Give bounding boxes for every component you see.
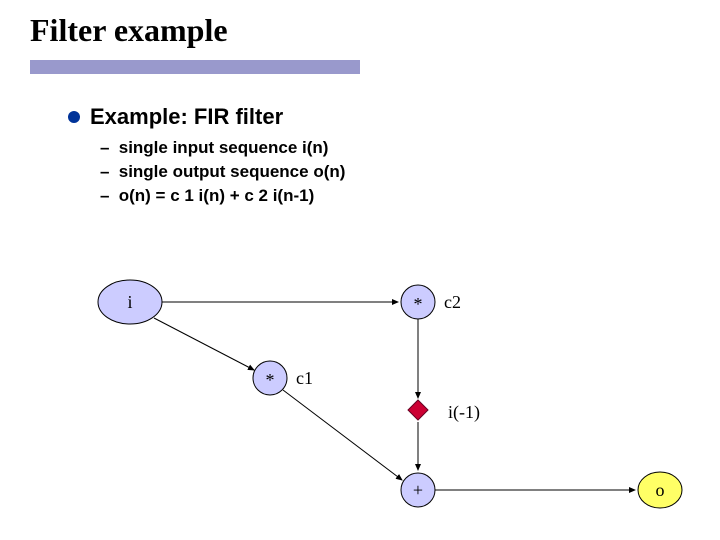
bullet-text: single input sequence i(n) — [119, 138, 329, 157]
heading-line: Example: FIR filter — [68, 104, 668, 130]
bullet-item: – single input sequence i(n) — [100, 138, 668, 158]
heading-text: Example: FIR filter — [90, 104, 283, 129]
label-delay: i(-1) — [448, 402, 480, 423]
delay-diamond-icon — [408, 400, 428, 420]
edge-mulc1-to-plus — [283, 390, 402, 480]
bullet-text: single output sequence o(n) — [119, 162, 346, 181]
node-plus — [401, 473, 435, 507]
content-body: Example: FIR filter – single input seque… — [68, 100, 668, 210]
node-i — [98, 280, 162, 324]
node-mul-c1 — [253, 361, 287, 395]
edge-i-to-mulc1 — [154, 318, 254, 370]
slide: Filter example Example: FIR filter – sin… — [0, 0, 720, 540]
node-i-label: i — [127, 292, 132, 312]
node-mul-c1-symbol: * — [266, 370, 275, 390]
node-o — [638, 472, 682, 508]
dash-icon: – — [100, 162, 114, 182]
label-c1: c1 — [296, 368, 313, 388]
title-underline — [30, 60, 360, 74]
bullet-item: – single output sequence o(n) — [100, 162, 668, 182]
bullet-text: o(n) = c 1 i(n) + c 2 i(n-1) — [119, 186, 315, 205]
node-o-label: o — [656, 480, 665, 500]
dash-icon: – — [100, 138, 114, 158]
bullet-item: – o(n) = c 1 i(n) + c 2 i(n-1) — [100, 186, 668, 206]
dash-icon: – — [100, 186, 114, 206]
fir-diagram: i * c2 * c1 i(-1) + o — [0, 0, 720, 540]
node-plus-symbol: + — [413, 480, 423, 500]
slide-title: Filter example — [30, 12, 228, 49]
label-c2: c2 — [444, 292, 461, 312]
node-mul-c2-symbol: * — [414, 294, 423, 314]
bullet-dot-icon — [68, 111, 80, 123]
node-mul-c2 — [401, 285, 435, 319]
